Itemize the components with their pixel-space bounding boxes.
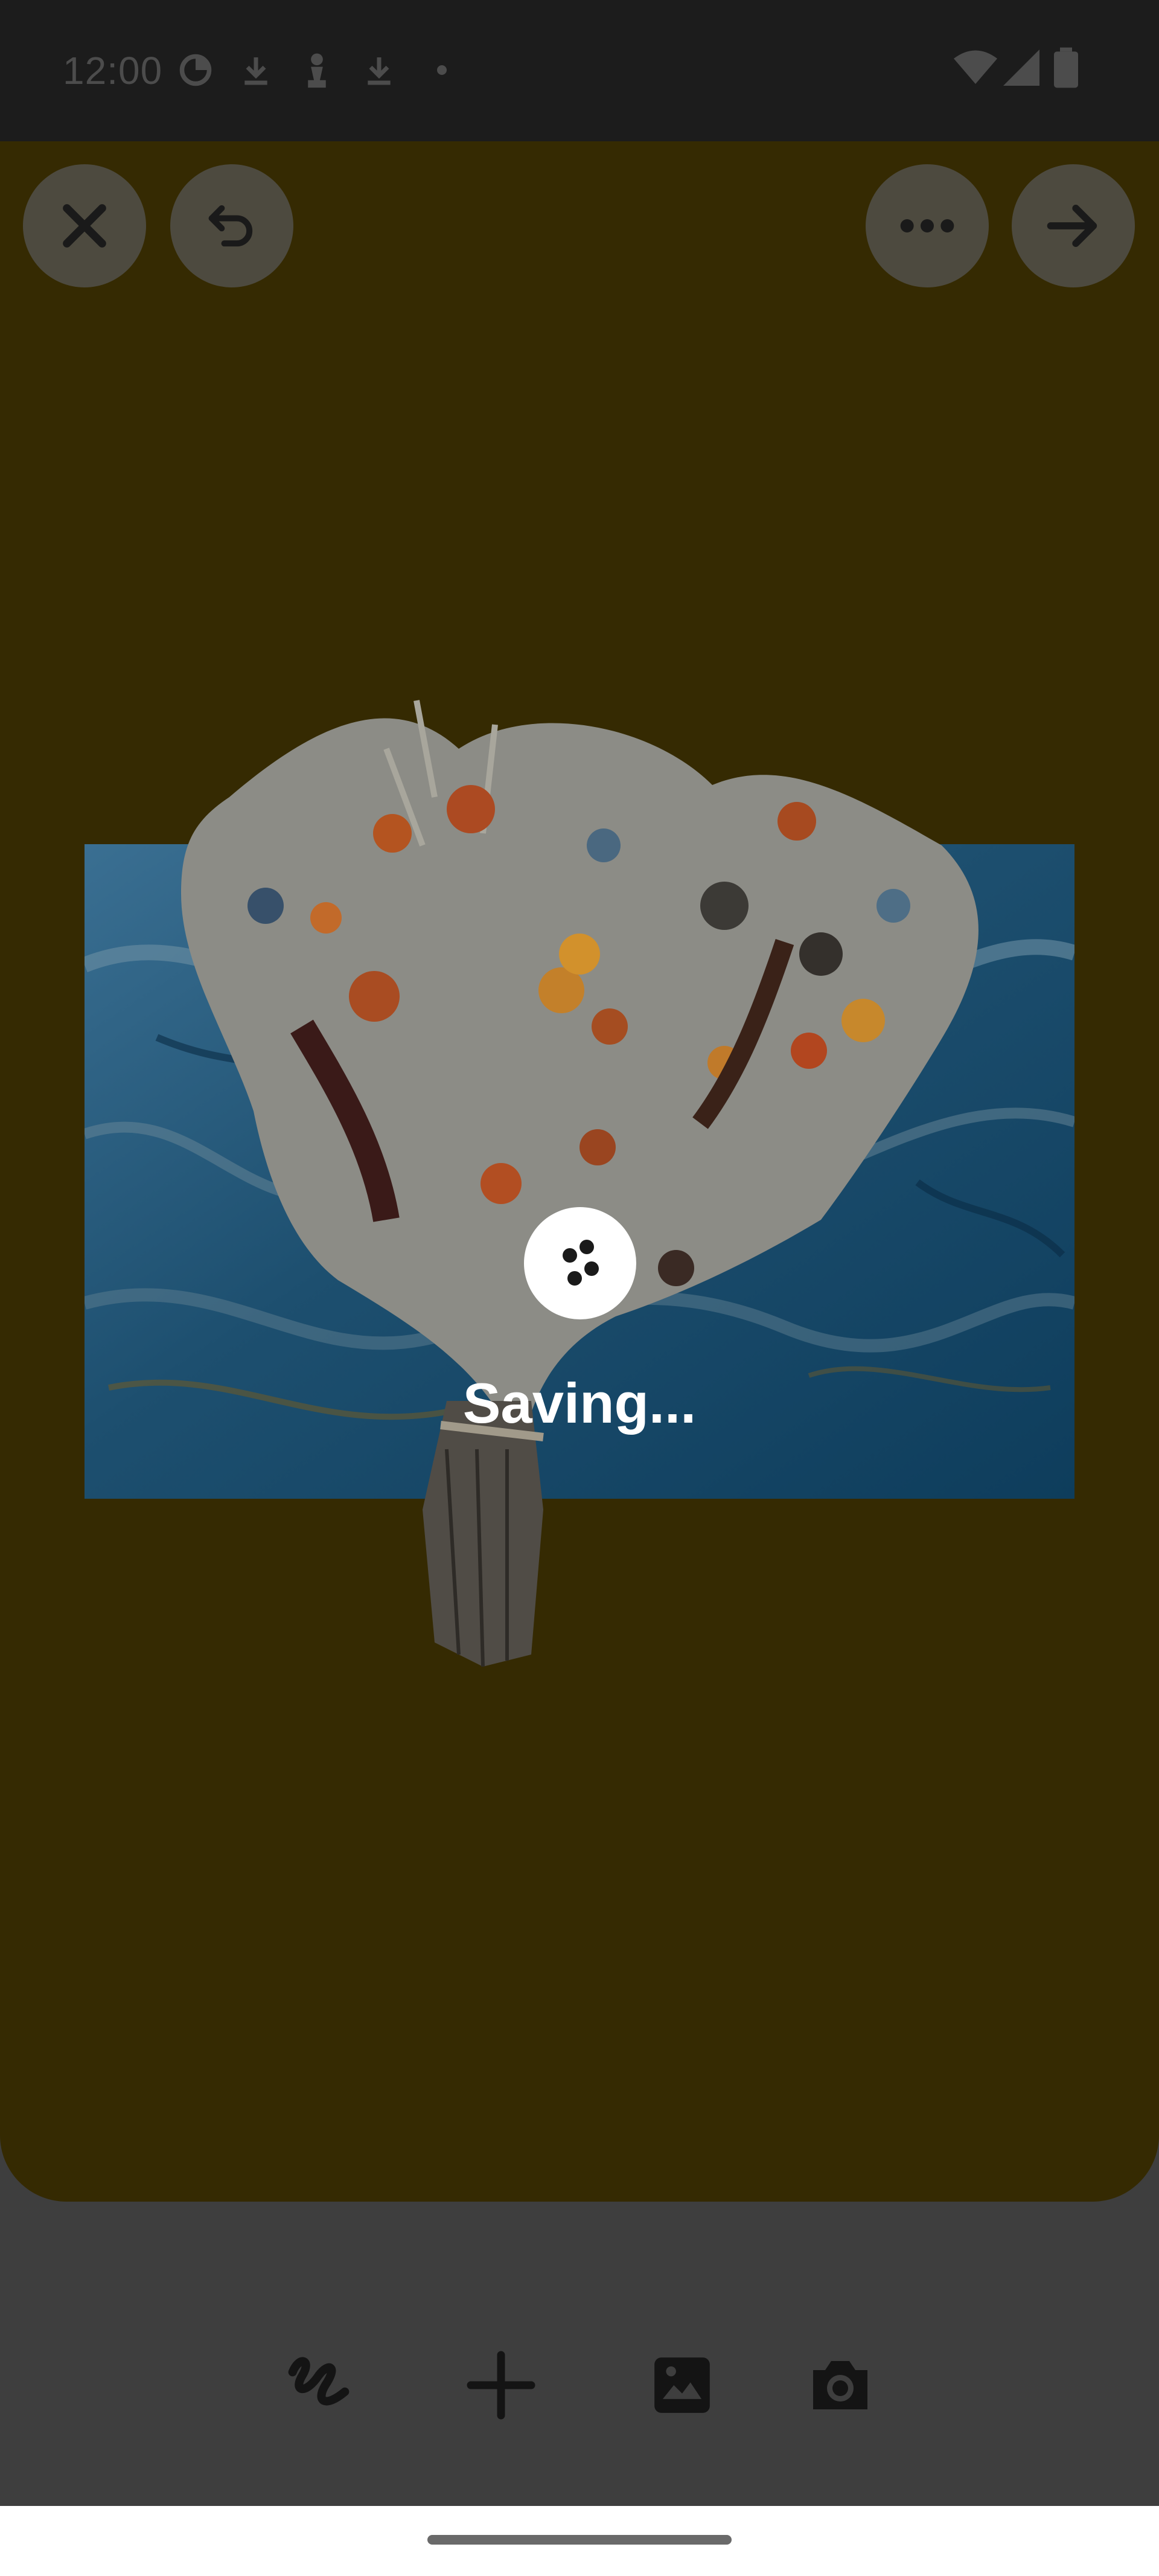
camera-icon [813,2361,867,2409]
loading-dots-icon [563,1240,599,1286]
gallery-button[interactable] [640,2343,724,2427]
camera-button[interactable] [798,2343,883,2427]
saving-spinner [524,1207,636,1319]
screen: 12:00 Saving... [0,0,1159,2576]
home-indicator[interactable] [427,2535,732,2545]
scribble-icon [288,2357,350,2406]
plus-icon [467,2351,535,2420]
add-button[interactable] [459,2343,543,2427]
draw-button[interactable] [276,2343,361,2427]
saving-label: Saving... [462,1371,697,1435]
image-icon [654,2357,710,2413]
